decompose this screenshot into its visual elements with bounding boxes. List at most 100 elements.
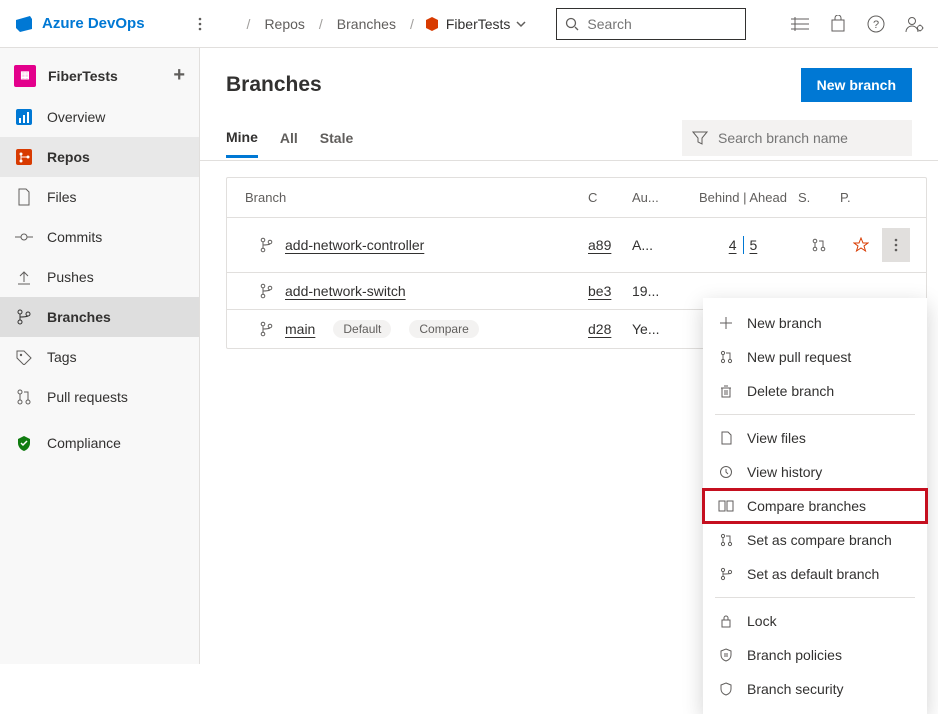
col-author: Au... (632, 190, 688, 205)
page-title: Branches (226, 73, 322, 97)
compare-icon (717, 497, 735, 515)
ctx-label: New branch (747, 315, 822, 331)
sidebar-item-branches[interactable]: Branches (0, 297, 199, 337)
user-settings-icon[interactable] (904, 14, 924, 34)
commit-link[interactable]: be3 (588, 283, 611, 299)
col-behind-ahead: Behind | Ahead (688, 190, 798, 205)
sidebar-item-files[interactable]: Files (0, 177, 199, 217)
list-icon[interactable] (790, 14, 810, 34)
branch-icon (259, 283, 273, 299)
global-search-input[interactable] (587, 16, 768, 32)
ctx-label: Lock (747, 613, 777, 629)
branch-search[interactable] (682, 120, 912, 156)
col-status: S. (798, 190, 840, 205)
ctx-branch-security[interactable]: Branch security (703, 672, 927, 706)
ctx-lock[interactable]: Lock (703, 604, 927, 638)
ctx-new-pull-request[interactable]: New pull request (703, 340, 927, 374)
chevron-down-icon (516, 19, 526, 29)
col-pr: P. (840, 190, 882, 205)
main-content: Branches New branch Mine All Stale Branc… (200, 48, 938, 664)
sidebar-item-commits[interactable]: Commits (0, 217, 199, 257)
sidebar-project-label: FiberTests (48, 68, 118, 84)
sidebar-item-label: Tags (47, 349, 77, 365)
sidebar-item-label: Compliance (47, 435, 121, 451)
market-icon[interactable] (828, 14, 848, 34)
sidebar-project-header[interactable]: ▦ FiberTests + (0, 54, 199, 97)
default-pill: Default (333, 320, 391, 338)
col-commit: C (588, 190, 632, 205)
behind-ahead[interactable]: 4 5 (688, 236, 798, 254)
author-cell: Ye... (632, 321, 688, 337)
plus-icon (717, 314, 735, 332)
pull-request-icon (717, 348, 735, 366)
breadcrumb-project[interactable]: FiberTests (424, 16, 527, 32)
repo-icon (424, 16, 440, 32)
commit-link[interactable]: d28 (588, 321, 611, 337)
ctx-set-default[interactable]: Set as default branch (703, 557, 927, 591)
ctx-delete-branch[interactable]: Delete branch (703, 374, 927, 408)
branch-link[interactable]: add-network-switch (285, 283, 406, 299)
ctx-new-branch[interactable]: New branch (703, 306, 927, 340)
pull-request-icon (717, 531, 735, 549)
top-bar: Azure DevOps / Repos / Branches / FiberT… (0, 0, 938, 48)
table-row: add-network-controller a89 A... 4 5 (227, 217, 926, 272)
commit-link[interactable]: a89 (588, 237, 611, 253)
behind-count[interactable]: 4 (723, 237, 743, 253)
help-icon[interactable]: ? (866, 14, 886, 34)
sidebar-item-label: Files (47, 189, 77, 205)
sidebar-item-label: Overview (47, 109, 105, 125)
more-options-button[interactable] (882, 228, 910, 262)
ctx-set-compare[interactable]: Set as compare branch (703, 523, 927, 557)
lock-icon (717, 612, 735, 630)
tab-all[interactable]: All (280, 124, 298, 156)
ahead-count[interactable]: 5 (744, 237, 764, 253)
sidebar: ▦ FiberTests + Overview Repos Files Comm… (0, 48, 200, 664)
branch-icon (14, 307, 34, 327)
ctx-label: Set as default branch (747, 566, 879, 582)
brand[interactable]: Azure DevOps (14, 14, 145, 34)
sidebar-item-compliance[interactable]: Compliance (0, 423, 199, 463)
sidebar-item-label: Commits (47, 229, 102, 245)
kebab-icon[interactable] (193, 16, 207, 32)
global-search[interactable] (556, 8, 746, 40)
table-header: Branch C Au... Behind | Ahead S. P. (227, 178, 926, 217)
star-icon[interactable] (840, 237, 882, 253)
tab-stale[interactable]: Stale (320, 124, 353, 156)
breadcrumb: / Repos / Branches / FiberTests (247, 12, 527, 36)
filter-icon (692, 131, 708, 145)
ctx-branch-policies[interactable]: Branch policies (703, 638, 927, 672)
ctx-view-history[interactable]: View history (703, 455, 927, 489)
author-cell: A... (632, 237, 688, 253)
ctx-label: New pull request (747, 349, 851, 365)
project-avatar-icon: ▦ (14, 65, 36, 87)
sidebar-item-tags[interactable]: Tags (0, 337, 199, 377)
policy-icon (717, 646, 735, 664)
branch-icon (259, 237, 273, 253)
repos-icon (14, 147, 34, 167)
pull-request-icon[interactable] (798, 237, 840, 253)
new-branch-button[interactable]: New branch (801, 68, 912, 102)
ctx-compare-branches[interactable]: Compare branches (703, 489, 927, 523)
sidebar-item-pushes[interactable]: Pushes (0, 257, 199, 297)
ctx-label: Branch policies (747, 647, 842, 663)
sidebar-item-repos[interactable]: Repos (0, 137, 199, 177)
breadcrumb-project-label: FiberTests (446, 16, 511, 32)
tab-mine[interactable]: Mine (226, 123, 258, 158)
trash-icon (717, 382, 735, 400)
tag-icon (14, 347, 34, 367)
sidebar-item-overview[interactable]: Overview (0, 97, 199, 137)
branch-search-input[interactable] (718, 130, 902, 146)
branch-context-menu: New branch New pull request Delete branc… (703, 298, 927, 714)
branch-icon (259, 321, 273, 337)
sidebar-item-label: Pushes (47, 269, 94, 285)
ctx-view-files[interactable]: View files (703, 421, 927, 455)
branch-link[interactable]: add-network-controller (285, 237, 424, 253)
sidebar-item-pull-requests[interactable]: Pull requests (0, 377, 199, 417)
history-icon (717, 463, 735, 481)
breadcrumb-repos[interactable]: Repos (260, 12, 308, 36)
branch-link[interactable]: main (285, 321, 315, 337)
breadcrumb-branches[interactable]: Branches (333, 12, 400, 36)
plus-icon[interactable]: + (173, 64, 185, 87)
col-branch: Branch (245, 190, 588, 205)
search-icon (565, 17, 579, 31)
